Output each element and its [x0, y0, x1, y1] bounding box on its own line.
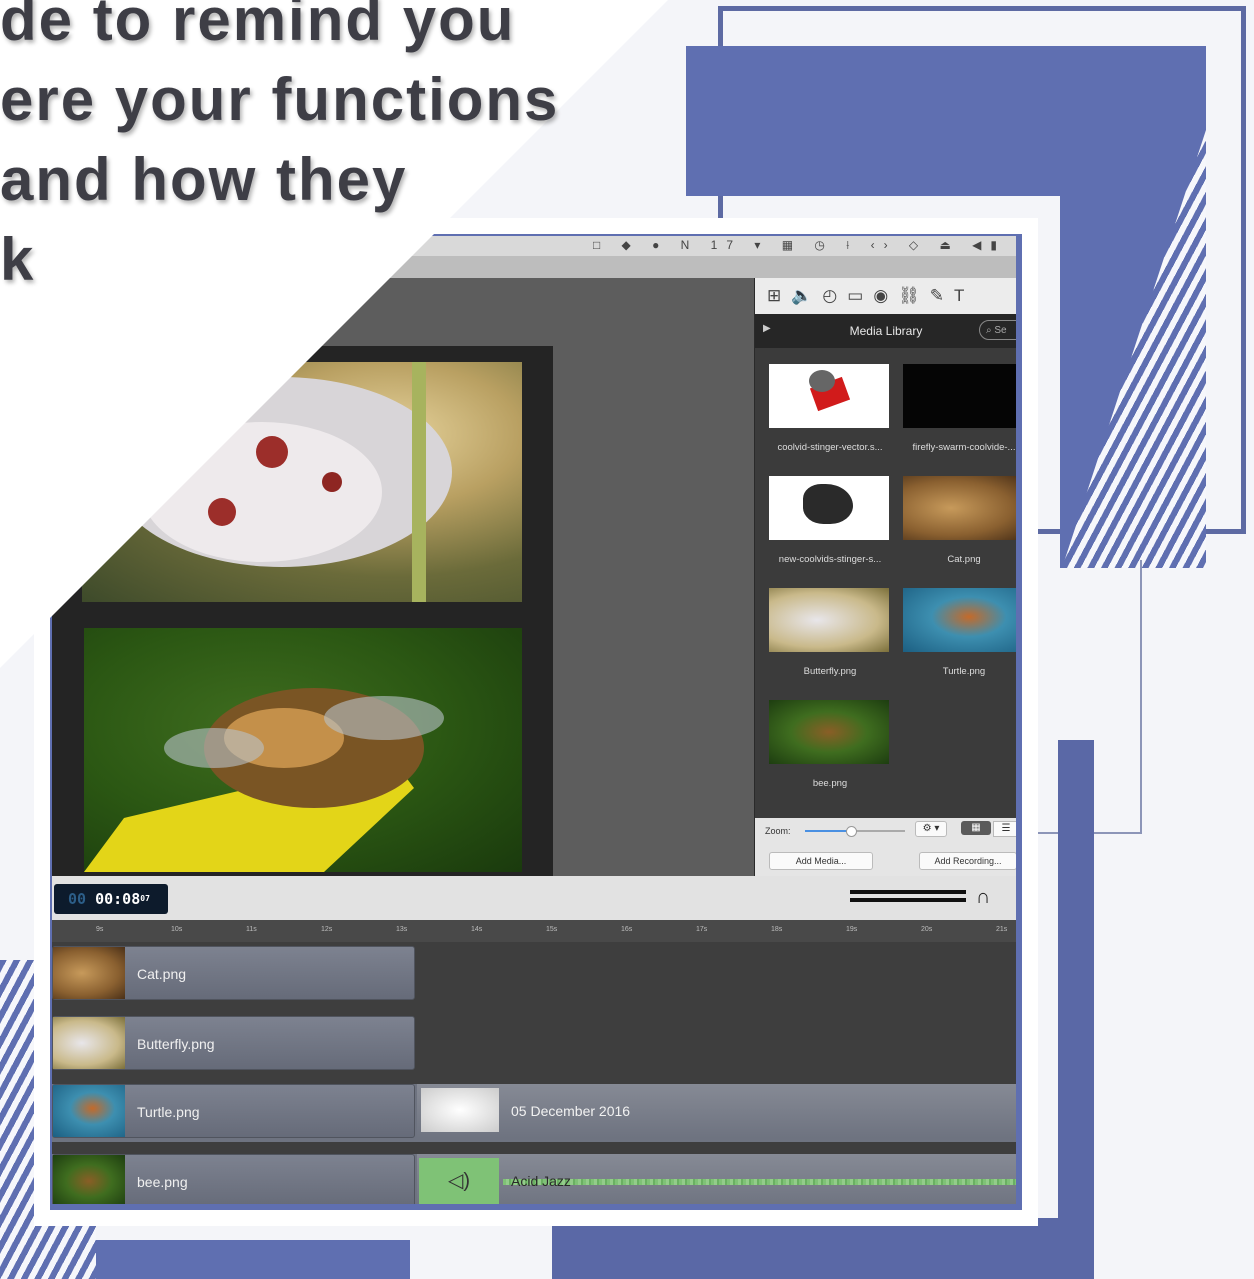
- link-icon[interactable]: ⛓: [898, 286, 920, 306]
- add-media-button[interactable]: Add Media...: [769, 852, 873, 870]
- ruler-tick-label: 13s: [396, 926, 408, 933]
- ruler-tick-label: 19s: [846, 926, 858, 933]
- menubar-status-icons: □ ◆ ● N 17 ▾ ▦ ◷ ⟊ ‹› ◇ ⏏ ◀▮: [592, 238, 1006, 252]
- clip-thumb-white: [421, 1088, 499, 1132]
- media-item[interactable]: Butterfly.png: [769, 588, 891, 677]
- media-item[interactable]: Cat.png: [903, 476, 1016, 565]
- track-row: bee.png ◁) Acid Jazz: [52, 1154, 1016, 1204]
- clip-turtle[interactable]: Turtle.png: [52, 1084, 415, 1138]
- media-item[interactable]: Turtle.png: [903, 588, 1016, 677]
- timeline-ruler[interactable]: 9s 10s 11s 12s 13s 14s 15s 16s 17s 18s 19s 20s 21s: [52, 920, 1016, 942]
- pen-icon[interactable]: ✎: [930, 286, 944, 306]
- ruler-tick-label: 20s: [921, 926, 933, 933]
- target-icon[interactable]: ◉: [873, 286, 888, 306]
- timer-icon[interactable]: ◴: [822, 286, 837, 306]
- bg-blue-block-right: [686, 46, 1206, 196]
- library-search-input[interactable]: ⌕ Se: [979, 320, 1016, 340]
- layout-icon[interactable]: ⊞: [767, 286, 781, 306]
- thumb-black: [903, 364, 1016, 428]
- zoom-slider-knob[interactable]: [846, 826, 857, 837]
- zoom-slider[interactable]: [805, 826, 905, 837]
- ruler-tick-label: 21s: [996, 926, 1008, 933]
- clip-audio[interactable]: ◁) Acid Jazz: [417, 1154, 1016, 1204]
- clip-thumb-cat: [53, 947, 125, 999]
- clip-thumb-turtle: [53, 1085, 125, 1137]
- media-item[interactable]: firefly-swarm-coolvide-...: [903, 364, 1016, 453]
- speaker-icon: ◁): [419, 1158, 499, 1204]
- thumb-butterfly: [769, 588, 889, 652]
- headline-line: k: [0, 226, 36, 293]
- headline: de to remind you ere your functions and …: [0, 0, 559, 300]
- text-icon[interactable]: T: [954, 286, 964, 306]
- clip-cat[interactable]: Cat.png: [52, 946, 415, 1000]
- ruler-tick-label: 17s: [696, 926, 708, 933]
- timecode-display[interactable]: 00 00:0807: [54, 884, 168, 914]
- audio-waveform: [503, 1179, 1016, 1185]
- bg-blue-block-bottom: [552, 1218, 1094, 1279]
- thumb-bee: [769, 700, 889, 764]
- ruler-tick-label: 10s: [171, 926, 183, 933]
- ruler-tick-label: 16s: [621, 926, 633, 933]
- clip-thumb-bee: [53, 1155, 125, 1204]
- media-library-panel: ⊞ 🔈 ◴ ▭ ◉ ⛓ ✎ T ▶ Media Library ⌕ Se coo…: [754, 278, 1016, 876]
- media-item[interactable]: coolvid-stinger-vector.s...: [769, 364, 891, 453]
- zoom-label: Zoom:: [765, 826, 791, 836]
- clip-bee[interactable]: bee.png: [52, 1154, 415, 1204]
- clip-thumb-butterfly: [53, 1017, 125, 1069]
- audio-level-meter: [850, 890, 966, 906]
- track-row: Cat.png: [52, 946, 1016, 1004]
- media-item[interactable]: new-coolvids-stinger-s...: [769, 476, 891, 565]
- bg-blue-block-bottom-right: [1058, 740, 1094, 1260]
- thumb-vector: [769, 364, 889, 428]
- ruler-tick-label: 12s: [321, 926, 333, 933]
- timeline-header: 00 00:0807 ∩: [52, 876, 1016, 920]
- menubar-status-text: N 17: [680, 238, 743, 252]
- ruler-tick-label: 11s: [246, 926, 257, 933]
- ruler-tick-label: 14s: [471, 926, 483, 933]
- headline-line: de to remind you: [0, 0, 516, 53]
- media-item[interactable]: bee.png: [769, 700, 891, 789]
- track-row: Turtle.png 05 December 2016: [52, 1084, 1016, 1142]
- list-view-icon[interactable]: ☰: [993, 821, 1016, 837]
- headphones-icon[interactable]: ∩: [976, 886, 990, 909]
- thumb-ink: [769, 476, 889, 540]
- library-header: ▶ Media Library ⌕ Se: [755, 314, 1016, 348]
- gear-icon[interactable]: ⚙ ▾: [915, 821, 947, 837]
- monitor-icon[interactable]: ▭: [847, 286, 863, 306]
- library-toolbar: ⊞ 🔈 ◴ ▭ ◉ ⛓ ✎ T: [755, 278, 1016, 314]
- thumb-cat: [903, 476, 1016, 540]
- ruler-tick-label: 15s: [546, 926, 558, 933]
- timeline-tracks: Cat.png Butterfly.png Turtle.png 05 Dece…: [52, 942, 1016, 1204]
- headline-line: ere your functions: [0, 66, 560, 133]
- library-title: Media Library: [849, 324, 923, 338]
- bee-image: [84, 628, 522, 872]
- headline-line: and how they: [0, 146, 408, 213]
- ruler-tick-label: 9s: [96, 926, 104, 933]
- library-footer: Zoom: ⚙ ▾ ▦ ☰ Add Media... Add Recording…: [755, 818, 1016, 876]
- thumb-turtle: [903, 588, 1016, 652]
- speaker-icon[interactable]: 🔈: [791, 286, 812, 306]
- zoom-slider-fill: [805, 830, 850, 832]
- clip-date-title[interactable]: 05 December 2016: [417, 1084, 1016, 1138]
- track-row: Butterfly.png: [52, 1016, 1016, 1074]
- grid-view-icon[interactable]: ▦: [961, 821, 991, 835]
- add-recording-button[interactable]: Add Recording...: [919, 852, 1016, 870]
- ruler-tick-label: 18s: [771, 926, 783, 933]
- clip-butterfly[interactable]: Butterfly.png: [52, 1016, 415, 1070]
